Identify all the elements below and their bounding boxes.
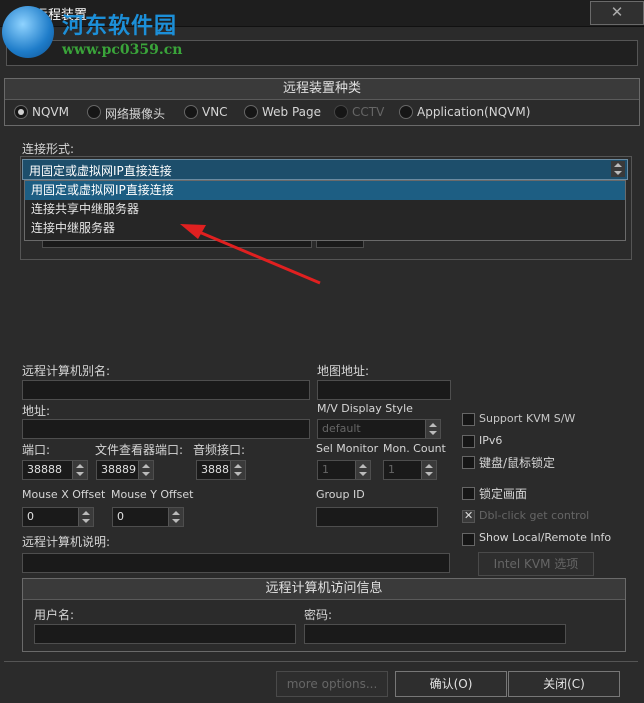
ok-button[interactable]: 确认(O): [395, 671, 507, 697]
file-viewer-port-stepper[interactable]: 38889: [96, 460, 154, 480]
password-input[interactable]: [304, 624, 566, 644]
checkbox-dbl-click-control: ✕: [462, 509, 475, 523]
radio-nqvm[interactable]: [14, 105, 28, 119]
radio-label-webcam: 网络摄像头: [105, 107, 166, 121]
checkbox-label-lock-screen: 锁定画面: [479, 487, 528, 501]
intel-kvm-options-button: Intel KVM 选项: [478, 552, 594, 576]
checkbox-label-dbl-click-control: Dbl-click get control: [479, 509, 590, 522]
radio-vnc[interactable]: [184, 105, 198, 119]
description-label: 远程计算机说明:: [22, 535, 111, 549]
radio-label-application: Application(NQVM): [417, 105, 531, 119]
checkbox-label-keyboard-mouse-lock: 键盘/鼠标锁定: [479, 456, 556, 470]
radio-cctv: [334, 105, 348, 119]
map-address-input[interactable]: [317, 380, 451, 400]
checkbox-ipv6[interactable]: [462, 435, 475, 448]
checkbox-support-kvm[interactable]: [462, 413, 475, 426]
password-label: 密码:: [304, 608, 333, 622]
mouse-x-offset-label: Mouse X Offset: [22, 488, 106, 501]
watermark-site-name: 河东软件园: [62, 13, 178, 39]
watermark-logo-icon: [2, 6, 54, 58]
radio-webcam[interactable]: [87, 105, 101, 119]
watermark-url: www.pc0359.cn: [62, 42, 183, 58]
port-stepper[interactable]: 38888: [22, 460, 88, 480]
radio-application[interactable]: [399, 105, 413, 119]
sel-monitor-value: 1: [322, 463, 329, 476]
checkbox-label-support-kvm: Support KVM S/W: [479, 412, 576, 425]
mon-count-stepper: 1: [383, 460, 437, 480]
group-id-label: Group ID: [316, 488, 365, 501]
radio-label-nqvm: NQVM: [32, 105, 69, 119]
red-arrow-annotation-icon: [180, 224, 321, 285]
port-label: 端口:: [22, 443, 51, 457]
map-address-label: 地图地址:: [317, 364, 370, 378]
username-label: 用户名:: [34, 608, 75, 622]
checkbox-label-ipv6: IPv6: [479, 434, 503, 447]
mouse-y-offset-label: Mouse Y Offset: [111, 488, 194, 501]
checkbox-lock-screen[interactable]: [462, 487, 475, 500]
close-button[interactable]: 关闭(C): [508, 671, 620, 697]
ok-label: 确认(O): [429, 677, 473, 691]
more-options-button: more options...: [276, 671, 388, 697]
radio-label-web-page: Web Page: [262, 105, 322, 119]
more-options-label: more options...: [286, 677, 378, 691]
description-input[interactable]: [22, 553, 450, 573]
radio-web-page[interactable]: [244, 105, 258, 119]
mon-count-label: Mon. Count: [383, 442, 446, 455]
dropdown-arrows-icon: [425, 420, 440, 438]
mon-count-value: 1: [388, 463, 395, 476]
address-input[interactable]: [22, 419, 310, 439]
mouse-x-offset-value: 0: [27, 510, 34, 523]
stepper-arrows-icon[interactable]: [230, 461, 245, 479]
audio-port-label: 音频接口:: [193, 443, 246, 457]
file-viewer-port-label: 文件查看器端口:: [95, 443, 184, 457]
connection-dropdown[interactable]: 用固定或虚拟网IP直接连接: [22, 159, 628, 180]
device-type-header: 远程装置种类: [5, 79, 639, 100]
footer-divider: [4, 661, 638, 662]
access-info-header: 远程计算机访问信息: [23, 579, 625, 600]
stepper-arrows-icon[interactable]: [168, 508, 183, 526]
connection-dropdown-value: 用固定或虚拟网IP直接连接: [29, 164, 172, 178]
mv-display-style-select: default: [317, 419, 441, 439]
mouse-x-offset-stepper[interactable]: 0: [22, 507, 94, 527]
connection-label: 连接形式:: [22, 142, 75, 156]
audio-port-stepper[interactable]: 38887: [196, 460, 246, 480]
checkbox-keyboard-mouse-lock[interactable]: [462, 456, 475, 469]
checkbox-show-local-remote-info[interactable]: [462, 533, 475, 546]
stepper-arrows-icon[interactable]: [78, 508, 93, 526]
sel-monitor-label: Sel Monitor: [316, 442, 379, 455]
address-label: 地址:: [22, 404, 51, 418]
radio-label-cctv: CCTV: [352, 105, 385, 119]
device-type-group: 远程装置种类: [4, 78, 640, 126]
checkmark-icon: ✕: [464, 509, 474, 522]
checkbox-label-show-local-remote-info: Show Local/Remote Info: [479, 531, 612, 544]
username-input[interactable]: [34, 624, 296, 644]
port-value: 38888: [27, 463, 62, 476]
close-icon: ✕: [610, 3, 624, 21]
sel-monitor-stepper: 1: [317, 460, 371, 480]
close-label: 关闭(C): [543, 677, 585, 691]
intel-kvm-options-label: Intel KVM 选项: [493, 557, 579, 571]
alias-label: 远程计算机别名:: [22, 364, 111, 378]
connection-option-direct[interactable]: 用固定或虚拟网IP直接连接: [25, 181, 625, 200]
mv-display-style-value: default: [322, 422, 361, 435]
mv-display-style-label: M/V Display Style: [317, 402, 413, 415]
stepper-arrows-icon: [355, 461, 370, 479]
group-id-input[interactable]: [316, 507, 438, 527]
radio-label-vnc: VNC: [202, 105, 228, 119]
alias-input[interactable]: [22, 380, 310, 400]
dropdown-arrows-icon: [611, 161, 625, 177]
mouse-y-offset-stepper[interactable]: 0: [112, 507, 184, 527]
window-close-button[interactable]: ✕: [590, 1, 644, 25]
stepper-arrows-icon: [421, 461, 436, 479]
stepper-arrows-icon[interactable]: [72, 461, 87, 479]
file-viewer-port-value: 38889: [101, 463, 136, 476]
mouse-y-offset-value: 0: [117, 510, 124, 523]
stepper-arrows-icon[interactable]: [138, 461, 153, 479]
